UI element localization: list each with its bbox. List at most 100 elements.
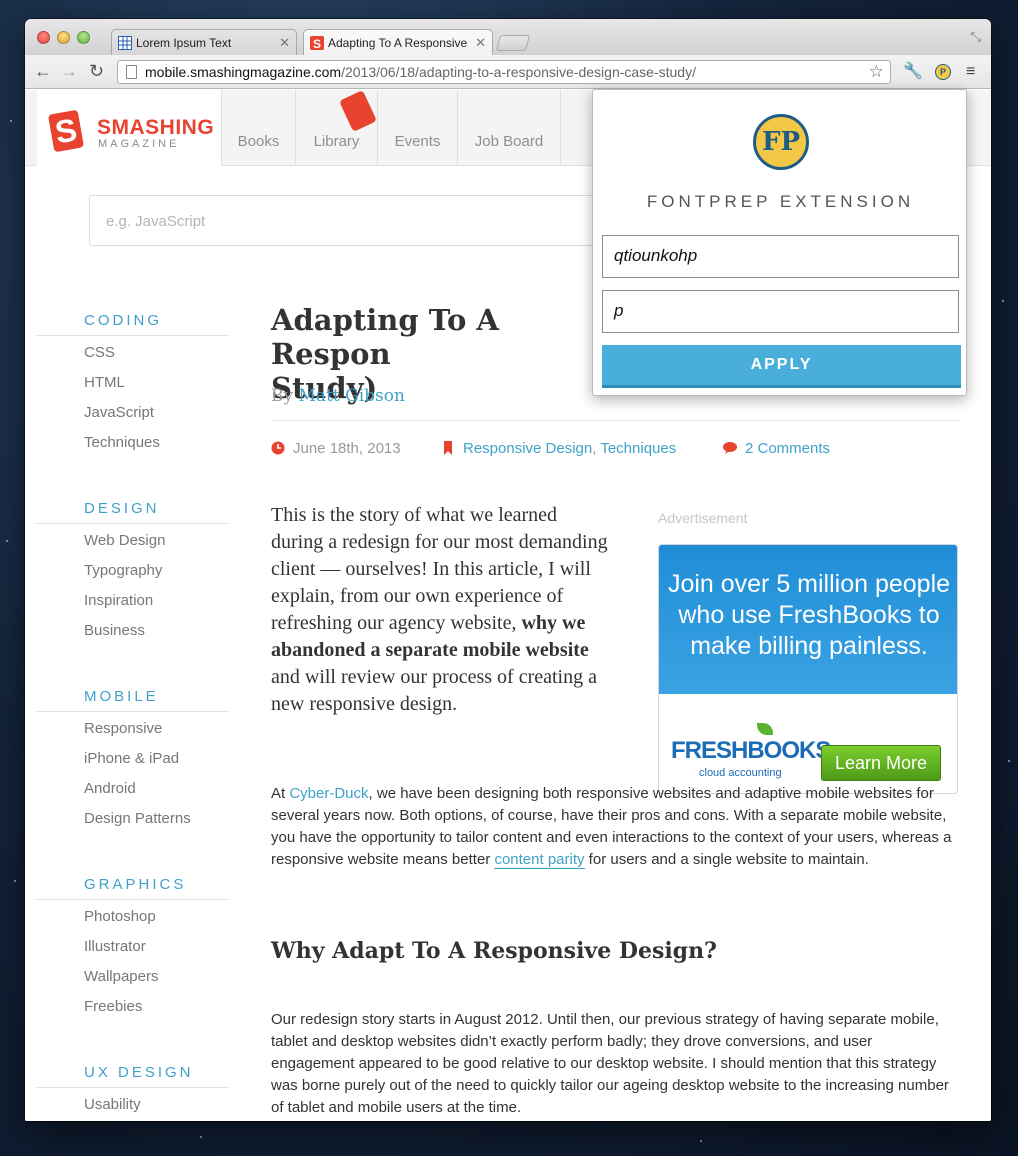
new-tab-button[interactable] xyxy=(495,35,531,51)
ad-label: Advertisement xyxy=(658,510,748,526)
post-date: June 18th, 2013 xyxy=(271,440,401,457)
category-title[interactable]: GRAPHICS xyxy=(36,876,229,900)
window-minimize-button[interactable] xyxy=(57,31,70,44)
url-path: /2013/06/18/adapting-to-a-responsive-des… xyxy=(341,64,696,80)
reload-icon[interactable]: ↻ xyxy=(89,61,104,81)
url-host: mobile.smashingmagazine.com xyxy=(145,64,342,80)
star xyxy=(14,880,16,882)
window-close-button[interactable] xyxy=(37,31,50,44)
category-link[interactable]: JavaScript xyxy=(36,396,229,426)
site-logo[interactable]: S SMASHING MAGAZINE xyxy=(37,90,221,166)
menu-icon[interactable]: ≡ xyxy=(966,63,975,81)
smashing-favicon-icon: S xyxy=(310,36,324,50)
tab-close-icon[interactable]: ✕ xyxy=(279,35,290,51)
tag-techniques[interactable]: Techniques xyxy=(600,440,676,457)
search-input[interactable]: e.g. JavaScript xyxy=(89,195,609,246)
category-sidebar: CODING CSS HTML JavaScript Techniques DE… xyxy=(36,312,229,1121)
freshbooks-logo: FRESHBOOKS xyxy=(671,737,831,764)
svg-text:S: S xyxy=(313,37,321,50)
selector-input[interactable]: p xyxy=(602,290,959,333)
category-title[interactable]: DESIGN xyxy=(36,500,229,524)
bookmark-star-icon[interactable]: ☆ xyxy=(869,62,884,82)
forward-icon[interactable]: → xyxy=(60,61,78,81)
category-title[interactable]: UX DESIGN xyxy=(36,1064,229,1088)
category-link[interactable]: Illustrator xyxy=(36,930,229,960)
p1-text: for users and a single website to mainta… xyxy=(584,851,869,868)
category-graphics: GRAPHICS Photoshop Illustrator Wallpaper… xyxy=(36,876,229,1020)
tab-close-icon[interactable]: ✕ xyxy=(475,35,486,51)
font-name-input[interactable]: qtiounkohp xyxy=(602,235,959,278)
category-link[interactable]: Inspiration xyxy=(36,584,229,614)
post-comments: 2 Comments xyxy=(723,440,830,457)
category-link[interactable]: iPhone & iPad xyxy=(36,742,229,772)
comments-link[interactable]: 2 Comments xyxy=(745,440,830,457)
post-tags: Responsive Design, Techniques xyxy=(441,440,676,457)
divider xyxy=(271,420,959,421)
fullscreen-icon[interactable]: ⤡ xyxy=(971,29,981,45)
content-parity-link[interactable]: content parity xyxy=(494,851,585,869)
nav-books[interactable]: Books xyxy=(221,90,295,166)
fontprep-extension-icon[interactable]: P xyxy=(935,64,951,80)
p1-text: At xyxy=(271,785,290,802)
back-icon[interactable]: ← xyxy=(34,61,52,81)
author-link[interactable]: Matt Gibson xyxy=(299,386,405,406)
freshbooks-tagline: cloud accounting xyxy=(699,767,782,779)
category-link[interactable]: Usability xyxy=(36,1088,229,1118)
nav-events[interactable]: Events xyxy=(377,90,457,166)
address-bar[interactable]: mobile.smashingmagazine.com/2013/06/18/a… xyxy=(117,60,891,84)
category-link[interactable]: Techniques xyxy=(36,426,229,456)
wrench-icon[interactable]: 🔧 xyxy=(903,63,923,81)
lead-text: and will review our process of creating … xyxy=(271,666,597,715)
tab-strip: Lorem Ipsum Text ✕ S Adapting To A Respo… xyxy=(25,19,991,55)
fontprep-popup: FP FONTPREP EXTENSION qtiounkohp p APPLY xyxy=(592,89,967,396)
nav-job-board[interactable]: Job Board xyxy=(457,90,561,166)
category-link[interactable]: HTML xyxy=(36,366,229,396)
star xyxy=(6,540,8,542)
category-link[interactable]: Business xyxy=(36,614,229,644)
paragraph-1: At Cyber-Duck, we have been designing bo… xyxy=(271,783,959,871)
category-link[interactable]: Typography xyxy=(36,554,229,584)
tab-title: Adapting To A Responsive xyxy=(328,36,468,50)
grid-favicon-icon xyxy=(118,36,132,50)
star xyxy=(1002,300,1004,302)
category-title[interactable]: MOBILE xyxy=(36,688,229,712)
apply-button[interactable]: APPLY xyxy=(602,345,961,388)
tab-smashing[interactable]: S Adapting To A Responsive ✕ xyxy=(303,29,493,55)
logo-word: SMASHING xyxy=(97,116,215,139)
category-link[interactable]: Freebies xyxy=(36,990,229,1020)
section-heading: Why Adapt To A Responsive Design? xyxy=(271,938,717,964)
category-mobile: MOBILE Responsive iPhone & iPad Android … xyxy=(36,688,229,832)
date-text: June 18th, 2013 xyxy=(293,440,401,457)
category-link[interactable]: Photoshop xyxy=(36,900,229,930)
category-link[interactable]: Web Design xyxy=(36,524,229,554)
tab-lorem-ipsum[interactable]: Lorem Ipsum Text ✕ xyxy=(111,29,297,55)
category-link[interactable]: Design Patterns xyxy=(36,802,229,832)
category-link[interactable]: Android xyxy=(36,772,229,802)
speech-bubble-icon xyxy=(723,442,737,454)
category-link[interactable]: CSS xyxy=(36,336,229,366)
star xyxy=(200,1136,202,1138)
ad-headline: Join over 5 million people who use Fresh… xyxy=(667,570,951,660)
browser-toolbar: ← → ↻ mobile.smashingmagazine.com/2013/0… xyxy=(25,55,991,89)
category-link[interactable]: Wallpapers xyxy=(36,960,229,990)
cyber-duck-link[interactable]: Cyber-Duck xyxy=(289,785,368,802)
byline-prefix: By xyxy=(271,386,294,406)
tab-title: Lorem Ipsum Text xyxy=(136,36,232,50)
lead-paragraph: This is the story of what we learned dur… xyxy=(271,502,611,718)
freshbooks-ad[interactable]: Join over 5 million people who use Fresh… xyxy=(658,544,958,794)
category-title[interactable]: CODING xyxy=(36,312,229,336)
page-icon xyxy=(126,65,137,79)
category-link[interactable]: Responsive xyxy=(36,712,229,742)
smashing-logo-icon: S xyxy=(47,109,85,153)
fontprep-logo-icon: FP xyxy=(753,114,809,170)
window-zoom-button[interactable] xyxy=(77,31,90,44)
star xyxy=(10,120,12,122)
paragraph-2: Our redesign story starts in August 2012… xyxy=(271,1011,949,1116)
clock-icon xyxy=(271,441,285,455)
star xyxy=(700,1140,702,1142)
star xyxy=(1008,760,1010,762)
tag-responsive-design[interactable]: Responsive Design xyxy=(463,440,592,457)
learn-more-button[interactable]: Learn More xyxy=(821,745,941,781)
byline: By Matt Gibson xyxy=(271,386,405,406)
category-ux-design: UX DESIGN Usability xyxy=(36,1064,229,1118)
